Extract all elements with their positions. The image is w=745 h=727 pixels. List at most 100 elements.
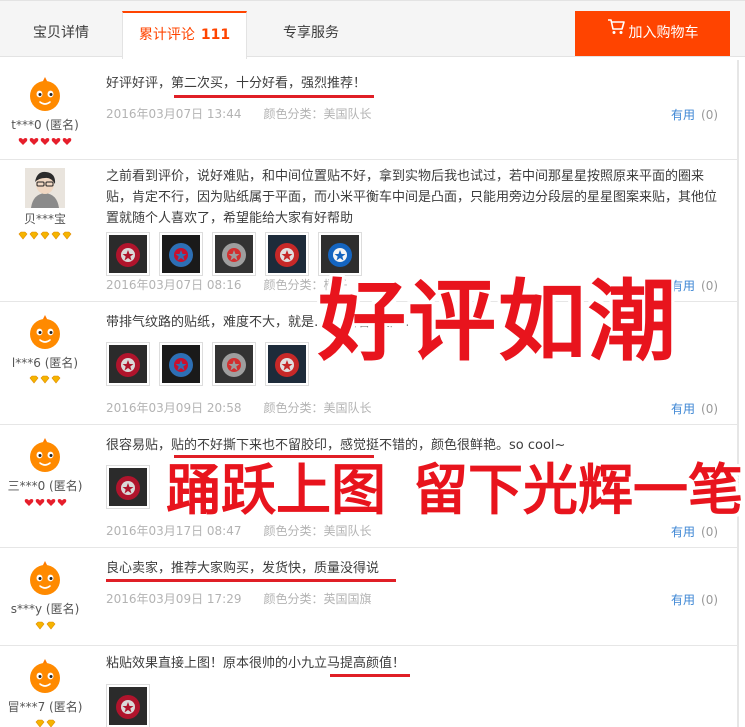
- review-date: 2016年03月09日 20:58: [106, 401, 242, 415]
- useful-count: (0): [701, 525, 719, 539]
- highlight-underline: [174, 95, 374, 98]
- diamond-icon: [29, 231, 39, 240]
- review-photo-thumbnail[interactable]: [106, 232, 150, 276]
- useful-button[interactable]: 有用 (0): [671, 591, 718, 608]
- credit-badges: [0, 621, 90, 633]
- diamond-icon: [40, 231, 50, 240]
- tab-exclusive-service[interactable]: 专享服务: [250, 11, 372, 57]
- review-photo-thumbnail[interactable]: [212, 342, 256, 386]
- useful-label: 有用: [671, 593, 696, 607]
- useful-label: 有用: [671, 402, 696, 416]
- add-to-cart-button[interactable]: 加入购物车: [575, 11, 730, 56]
- review-item: s***y (匿名) 良心卖家，推荐大家购买，发货快，质量没得说 2016年03…: [0, 548, 738, 646]
- useful-count: (0): [701, 108, 719, 122]
- review-date: 2016年03月09日 17:29: [106, 592, 242, 606]
- diamond-icon: [46, 719, 55, 727]
- diamond-icon: [46, 621, 55, 630]
- review-photo-thumbnail[interactable]: [212, 232, 256, 276]
- reviewer-name: 三***0 (匿名): [7, 479, 83, 493]
- heart-icon: [18, 138, 28, 145]
- review-meta: 2016年03月09日 17:29 颜色分类：英国国旗: [106, 590, 372, 607]
- reviewer-info: t***0 (匿名): [0, 74, 90, 149]
- review-sku: 颜色分类：美国队长: [263, 524, 372, 538]
- review-sku: 颜色分类：美国队长: [263, 107, 372, 121]
- slogan-reviews-flood: 好评如潮: [318, 270, 679, 373]
- reviewer-info: s***y (匿名): [0, 558, 90, 633]
- useful-label: 有用: [671, 108, 696, 122]
- reviewer-name: l***6 (匿名): [11, 356, 79, 370]
- credit-badges: [0, 137, 90, 149]
- slogan-post-photos: 踊跃上图: [166, 458, 387, 522]
- review-text: 之前看到评价，说好难贴，和中间位置贴不好，拿到实物后我也试过，若中间那星星按照原…: [106, 169, 718, 226]
- heart-icon: [24, 499, 33, 506]
- review-date: 2016年03月07日 08:16: [106, 278, 242, 292]
- review-photos: [106, 684, 159, 727]
- tab-reviews-count: 111: [200, 27, 231, 43]
- reviewer-info: 三***0 (匿名): [0, 435, 90, 510]
- review-photo-thumbnail[interactable]: [106, 465, 150, 509]
- tab-product-detail[interactable]: 宝贝详情: [0, 11, 122, 57]
- useful-count: (0): [701, 402, 719, 416]
- highlight-underline: [106, 579, 396, 582]
- review-photo-thumbnail[interactable]: [159, 232, 203, 276]
- useful-button[interactable]: 有用 (0): [671, 523, 718, 540]
- reviewer-info: 贝***宝: [0, 168, 90, 243]
- review-meta: 2016年03月09日 20:58 颜色分类：美国队长: [106, 399, 372, 416]
- review-item: t***0 (匿名) 好评好评，第二次买，十分好看，强烈推荐！ 2016年03月…: [0, 62, 738, 160]
- cart-icon: [607, 9, 625, 54]
- diamond-icon: [40, 375, 50, 384]
- avatar[interactable]: [25, 558, 65, 598]
- review-item: 冒***7 (匿名) 粘贴效果直接上图！原本很帅的小九立马提高颜值！: [0, 646, 738, 727]
- review-text: 好评好评，第二次买，十分好看，强烈推荐！: [106, 76, 367, 91]
- review-date: 2016年03月07日 13:44: [106, 107, 242, 121]
- review-sku: 颜色分类：英国国旗: [263, 592, 372, 606]
- heart-icon: [40, 138, 50, 145]
- reviewer-info: l***6 (匿名): [0, 312, 90, 387]
- reviewer-name: 冒***7 (匿名): [7, 700, 83, 714]
- useful-button[interactable]: 有用 (0): [671, 277, 718, 294]
- slogan-leave-mark: 留下光辉一笔: [413, 458, 744, 522]
- avatar[interactable]: [25, 168, 65, 208]
- heart-icon: [35, 499, 44, 506]
- useful-count: (0): [701, 279, 719, 293]
- credit-badges: [0, 719, 90, 727]
- avatar[interactable]: [25, 312, 65, 352]
- heart-icon: [62, 138, 72, 145]
- review-text: 很容易贴，贴的不好撕下来也不留胶印，感觉挺不错的，颜色很鲜艳。so cool~: [106, 438, 566, 453]
- tab-bar: 宝贝详情 累计评论 111 专享服务 加入购物车: [0, 0, 745, 59]
- avatar[interactable]: [25, 74, 65, 114]
- add-to-cart-label: 加入购物车: [628, 25, 699, 41]
- credit-badges: [0, 375, 90, 387]
- tab-reviews[interactable]: 累计评论 111: [122, 11, 247, 59]
- reviewer-name: 贝***宝: [23, 212, 66, 226]
- avatar[interactable]: [25, 656, 65, 696]
- reviewer-info: 冒***7 (匿名): [0, 656, 90, 727]
- credit-badges: [0, 231, 90, 243]
- review-text: 良心卖家，推荐大家购买，发货快，质量没得说: [106, 561, 380, 576]
- useful-button[interactable]: 有用 (0): [671, 400, 718, 417]
- useful-label: 有用: [671, 525, 696, 539]
- diamond-icon: [35, 621, 44, 630]
- review-meta: 2016年03月07日 08:16 颜色分类：橙子: [106, 276, 348, 293]
- review-date: 2016年03月17日 08:47: [106, 524, 242, 538]
- review-photo-thumbnail[interactable]: [106, 342, 150, 386]
- useful-button[interactable]: 有用 (0): [671, 106, 718, 123]
- highlight-underline: [330, 674, 410, 677]
- heart-icon: [29, 138, 39, 145]
- review-photo-thumbnail[interactable]: [265, 232, 309, 276]
- review-photo-thumbnail[interactable]: [265, 342, 309, 386]
- credit-badges: [0, 498, 90, 510]
- heart-icon: [51, 138, 61, 145]
- avatar[interactable]: [25, 435, 65, 475]
- diamond-icon: [18, 231, 28, 240]
- review-sku: 颜色分类：美国队长: [263, 401, 372, 415]
- review-photos: [106, 465, 159, 511]
- review-text: 粘贴效果直接上图！原本很帅的小九立马提高颜值！: [106, 656, 406, 671]
- heart-icon: [57, 499, 66, 506]
- review-photos: [106, 342, 318, 388]
- diamond-icon: [62, 231, 72, 240]
- useful-count: (0): [701, 593, 719, 607]
- review-photo-thumbnail[interactable]: [106, 684, 150, 727]
- diamond-icon: [29, 375, 39, 384]
- review-photo-thumbnail[interactable]: [159, 342, 203, 386]
